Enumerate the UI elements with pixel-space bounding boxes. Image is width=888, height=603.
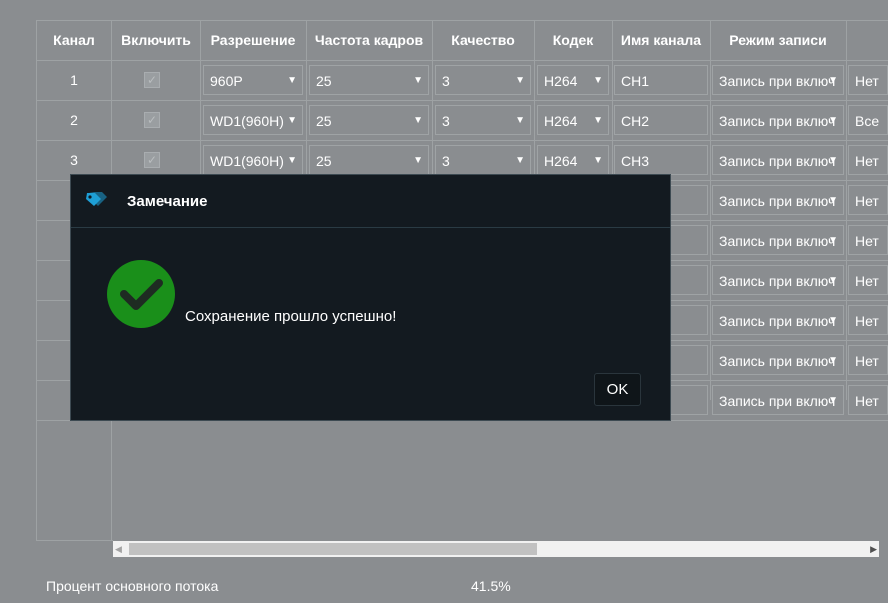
- col-header-fps: Частота кадров: [314, 32, 424, 48]
- record-mode-select[interactable]: Запись при включ ▼: [712, 145, 844, 175]
- dialog-message: Сохранение прошло успешно!: [185, 308, 397, 325]
- dialog-title: Замечание: [127, 193, 208, 210]
- record-mode-select[interactable]: Запись при включ ▼: [712, 185, 844, 215]
- notice-dialog: Замечание Сохранение прошло успешно! OK: [70, 174, 671, 421]
- enable-checkbox[interactable]: ✓: [144, 152, 160, 168]
- col-header-channel-name: Имя канала: [620, 32, 702, 48]
- channel-name-input[interactable]: CH1: [614, 65, 708, 95]
- channel-name-input[interactable]: CH3: [614, 145, 708, 175]
- scrollbar-thumb[interactable]: [129, 543, 537, 555]
- extra-select[interactable]: Нет: [848, 65, 888, 95]
- dropdown-arrow-icon: ▼: [828, 75, 838, 86]
- resolution-select[interactable]: WD1(960H) ▼: [203, 145, 303, 175]
- col-header-channel: Канал: [53, 32, 95, 48]
- col-header-enable: Включить: [121, 32, 191, 48]
- quality-select[interactable]: 3 ▼: [435, 105, 531, 135]
- dropdown-arrow-icon: ▼: [828, 155, 838, 166]
- dialog-header: Замечание: [71, 175, 670, 228]
- scroll-left-arrow-icon[interactable]: ◀: [115, 541, 122, 557]
- main-stream-percent-value: 41.5%: [471, 578, 511, 594]
- dropdown-arrow-icon: ▼: [828, 235, 838, 246]
- enable-checkbox[interactable]: ✓: [144, 112, 160, 128]
- dropdown-arrow-icon: ▼: [287, 155, 297, 166]
- table-bottom-border: [36, 540, 113, 541]
- horizontal-scrollbar[interactable]: ◀ ▶: [113, 541, 879, 557]
- dropdown-arrow-icon: ▼: [515, 155, 525, 166]
- extra-select[interactable]: Нет: [848, 385, 888, 415]
- codec-select[interactable]: H264 ▼: [537, 105, 609, 135]
- extra-select[interactable]: Нет: [848, 265, 888, 295]
- dropdown-arrow-icon: ▼: [413, 75, 423, 86]
- dropdown-arrow-icon: ▼: [828, 195, 838, 206]
- fps-select[interactable]: 25 ▼: [309, 65, 429, 95]
- quality-select[interactable]: 3 ▼: [435, 145, 531, 175]
- row-divider: [36, 140, 888, 141]
- col-header-resolution: Разрешение: [210, 32, 296, 48]
- record-mode-select[interactable]: Запись при включ ▼: [712, 305, 844, 335]
- dropdown-arrow-icon: ▼: [828, 315, 838, 326]
- record-mode-select[interactable]: Запись при включ ▼: [712, 105, 844, 135]
- extra-select[interactable]: Нет: [848, 305, 888, 335]
- row-divider: [36, 60, 888, 61]
- channel-name-input[interactable]: CH2: [614, 105, 708, 135]
- dropdown-arrow-icon: ▼: [828, 115, 838, 126]
- record-mode-select[interactable]: Запись при включ ▼: [712, 65, 844, 95]
- col-header-codec: Кодек: [552, 32, 594, 48]
- dropdown-arrow-icon: ▼: [413, 155, 423, 166]
- extra-select[interactable]: Все: [848, 105, 888, 135]
- fps-select[interactable]: 25 ▼: [309, 105, 429, 135]
- dropdown-arrow-icon: ▼: [287, 115, 297, 126]
- extra-select[interactable]: Нет: [848, 145, 888, 175]
- col-divider: [710, 20, 711, 400]
- resolution-select[interactable]: 960P ▼: [203, 65, 303, 95]
- quality-select[interactable]: 3 ▼: [435, 65, 531, 95]
- dropdown-arrow-icon: ▼: [515, 75, 525, 86]
- record-mode-select[interactable]: Запись при включ ▼: [712, 265, 844, 295]
- tags-icon: [85, 191, 109, 214]
- dropdown-arrow-icon: ▼: [593, 155, 603, 166]
- dropdown-arrow-icon: ▼: [593, 115, 603, 126]
- success-check-icon: [106, 259, 176, 332]
- resolution-select[interactable]: WD1(960H) ▼: [203, 105, 303, 135]
- channel-number: 2: [70, 112, 78, 128]
- dropdown-arrow-icon: ▼: [593, 75, 603, 86]
- record-mode-select[interactable]: Запись при включ ▼: [712, 225, 844, 255]
- dropdown-arrow-icon: ▼: [828, 395, 838, 406]
- extra-select[interactable]: Нет: [848, 225, 888, 255]
- col-header-quality: Качество: [451, 32, 515, 48]
- col-header-record-mode: Режим записи: [729, 32, 827, 48]
- record-mode-select[interactable]: Запись при включ ▼: [712, 385, 844, 415]
- main-stream-percent-label: Процент основного потока: [46, 578, 219, 594]
- extra-select[interactable]: Нет: [848, 185, 888, 215]
- fps-select[interactable]: 25 ▼: [309, 145, 429, 175]
- col-divider: [846, 20, 847, 400]
- codec-select[interactable]: H264 ▼: [537, 145, 609, 175]
- dropdown-arrow-icon: ▼: [515, 115, 525, 126]
- enable-checkbox[interactable]: ✓: [144, 72, 160, 88]
- row-divider: [36, 100, 888, 101]
- ok-button[interactable]: OK: [594, 373, 641, 406]
- codec-select[interactable]: H264 ▼: [537, 65, 609, 95]
- dropdown-arrow-icon: ▼: [287, 75, 297, 86]
- channel-number: 1: [70, 72, 78, 88]
- dropdown-arrow-icon: ▼: [828, 275, 838, 286]
- dropdown-arrow-icon: ▼: [828, 355, 838, 366]
- extra-select[interactable]: Нет: [848, 345, 888, 375]
- record-mode-select[interactable]: Запись при включ ▼: [712, 345, 844, 375]
- dropdown-arrow-icon: ▼: [413, 115, 423, 126]
- scroll-right-arrow-icon[interactable]: ▶: [870, 541, 877, 557]
